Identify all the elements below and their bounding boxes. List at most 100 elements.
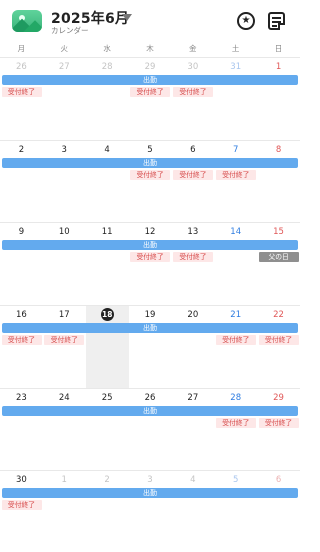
day-cell[interactable]: 20 [171, 306, 214, 388]
day-cell[interactable]: 27 [171, 389, 214, 471]
day-number: 27 [187, 393, 199, 403]
day-cell[interactable]: 28 [86, 58, 129, 140]
reception-closed-tag[interactable]: 受付終了 [130, 252, 171, 262]
reception-closed-tag[interactable]: 受付終了 [1, 335, 42, 345]
day-number: 3 [61, 145, 67, 155]
day-cell[interactable]: 2 [0, 141, 43, 223]
day-cell[interactable]: 17 [43, 306, 86, 388]
work-shift-event-bar[interactable]: 出勤 [2, 488, 298, 498]
work-shift-event-bar[interactable]: 出勤 [2, 75, 298, 85]
day-number: 5 [147, 145, 153, 155]
week-row: 2 3 4 5 6 7 8 出勤 受付終了 受付終了 受付終了 [0, 140, 300, 222]
reception-closed-tag[interactable]: 受付終了 [1, 500, 42, 510]
day-cell[interactable]: 22 [257, 306, 300, 388]
reception-closed-tag[interactable]: 受付終了 [172, 87, 213, 97]
day-cell[interactable]: 25 [86, 389, 129, 471]
day-cell[interactable]: 29 [257, 389, 300, 471]
day-cell[interactable]: 11 [86, 223, 129, 305]
day-cell[interactable]: 5 [214, 471, 257, 552]
day-cell[interactable]: 26 [129, 389, 172, 471]
day-cell[interactable]: 24 [43, 389, 86, 471]
day-cell[interactable]: 8 [257, 141, 300, 223]
day-cell[interactable]: 9 [0, 223, 43, 305]
reception-closed-tag[interactable]: 受付終了 [215, 418, 256, 428]
day-number: 11 [101, 227, 113, 237]
day-cell[interactable]: 3 [129, 471, 172, 552]
day-number: 24 [58, 393, 70, 403]
day-cell[interactable]: 6 [171, 141, 214, 223]
day-cell[interactable]: 13 [171, 223, 214, 305]
work-shift-event-bar[interactable]: 出勤 [2, 158, 298, 168]
day-number: 10 [58, 227, 70, 237]
day-number: 2 [104, 475, 110, 485]
favorite-star-button[interactable]: ★ [237, 12, 255, 30]
day-cell[interactable]: 30 [0, 471, 43, 552]
day-number: 15 [273, 227, 284, 237]
week-row: 30 1 2 3 4 5 6 出勤受付終了 [0, 470, 300, 552]
notes-button[interactable] [268, 12, 285, 30]
day-cell[interactable]: 4 [171, 471, 214, 552]
reception-closed-tag[interactable]: 受付終了 [130, 87, 171, 97]
day-cell[interactable]: 30 [171, 58, 214, 140]
weekday-label: 日 [274, 44, 283, 53]
day-cell[interactable]: 14 [214, 223, 257, 305]
today-date-badge: 18 [100, 308, 114, 321]
day-cell[interactable]: 12 [129, 223, 172, 305]
week-row: 23 24 25 26 27 28 29 出勤受付終了 受付終了 [0, 388, 300, 470]
holiday-tag[interactable]: 父の日 [258, 252, 299, 262]
day-number: 4 [190, 475, 196, 485]
day-cell[interactable]: 5 [129, 141, 172, 223]
reception-closed-tag[interactable]: 受付終了 [215, 170, 256, 180]
day-number: 23 [16, 393, 27, 403]
weekday-label: 水 [103, 44, 111, 53]
day-cell[interactable]: 29 [129, 58, 172, 140]
reception-closed-tag[interactable]: 受付終了 [130, 170, 171, 180]
day-cell[interactable]: 28 [214, 389, 257, 471]
reception-closed-tag[interactable]: 受付終了 [1, 87, 42, 97]
reception-closed-tag[interactable]: 受付終了 [215, 335, 256, 345]
day-number: 31 [230, 62, 242, 72]
reception-closed-tag[interactable]: 受付終了 [172, 170, 213, 180]
day-cell[interactable]: 7 [214, 141, 257, 223]
calendar-app-image-icon[interactable] [12, 10, 42, 32]
day-cell[interactable]: 2 [86, 471, 129, 552]
month-dropdown-caret-icon[interactable] [122, 14, 132, 21]
day-cell[interactable]: 21 [214, 306, 257, 388]
day-number: 2 [18, 145, 25, 155]
day-number: 14 [230, 227, 242, 237]
day-cell[interactable]: 23 [0, 389, 43, 471]
day-cell[interactable]: 3 [43, 141, 86, 223]
day-number: 20 [187, 310, 199, 320]
reception-closed-tag[interactable]: 受付終了 [258, 335, 299, 345]
day-number: 1 [275, 62, 282, 72]
day-number: 6 [190, 145, 196, 155]
work-shift-event-bar[interactable]: 出勤 [2, 240, 298, 250]
weekday-label: 木 [146, 44, 154, 53]
day-cell[interactable]: 4 [86, 141, 129, 223]
day-cell[interactable]: 15 [257, 223, 300, 305]
day-number: 27 [58, 62, 70, 72]
day-number: 29 [273, 393, 284, 403]
day-cell[interactable]: 27 [43, 58, 86, 140]
day-cell[interactable]: 26 [0, 58, 43, 140]
day-cell[interactable]: 10 [43, 223, 86, 305]
work-shift-event-bar[interactable]: 出勤 [2, 323, 298, 333]
day-cell[interactable]: 6 [257, 471, 300, 552]
day-cell[interactable]: 1 [43, 471, 86, 552]
day-number: 3 [147, 475, 153, 485]
day-number: 17 [58, 310, 70, 320]
day-number: 29 [144, 62, 156, 72]
reception-closed-tag[interactable]: 受付終了 [44, 335, 85, 345]
day-number: 8 [275, 145, 282, 155]
reception-closed-tag[interactable]: 受付終了 [172, 252, 213, 262]
day-number: 9 [18, 227, 25, 237]
day-cell[interactable]: 18 [85, 306, 129, 388]
day-cell[interactable]: 31 [214, 58, 257, 140]
day-cell[interactable]: 19 [129, 306, 172, 388]
day-cell[interactable]: 1 [257, 58, 300, 140]
day-number: 7 [232, 145, 239, 155]
reception-closed-tag[interactable]: 受付終了 [258, 418, 299, 428]
work-shift-event-bar[interactable]: 出勤 [2, 406, 298, 416]
day-cell[interactable]: 16 [0, 306, 43, 388]
weekday-header: 月 火 水 木 金 土 日 [0, 43, 300, 55]
